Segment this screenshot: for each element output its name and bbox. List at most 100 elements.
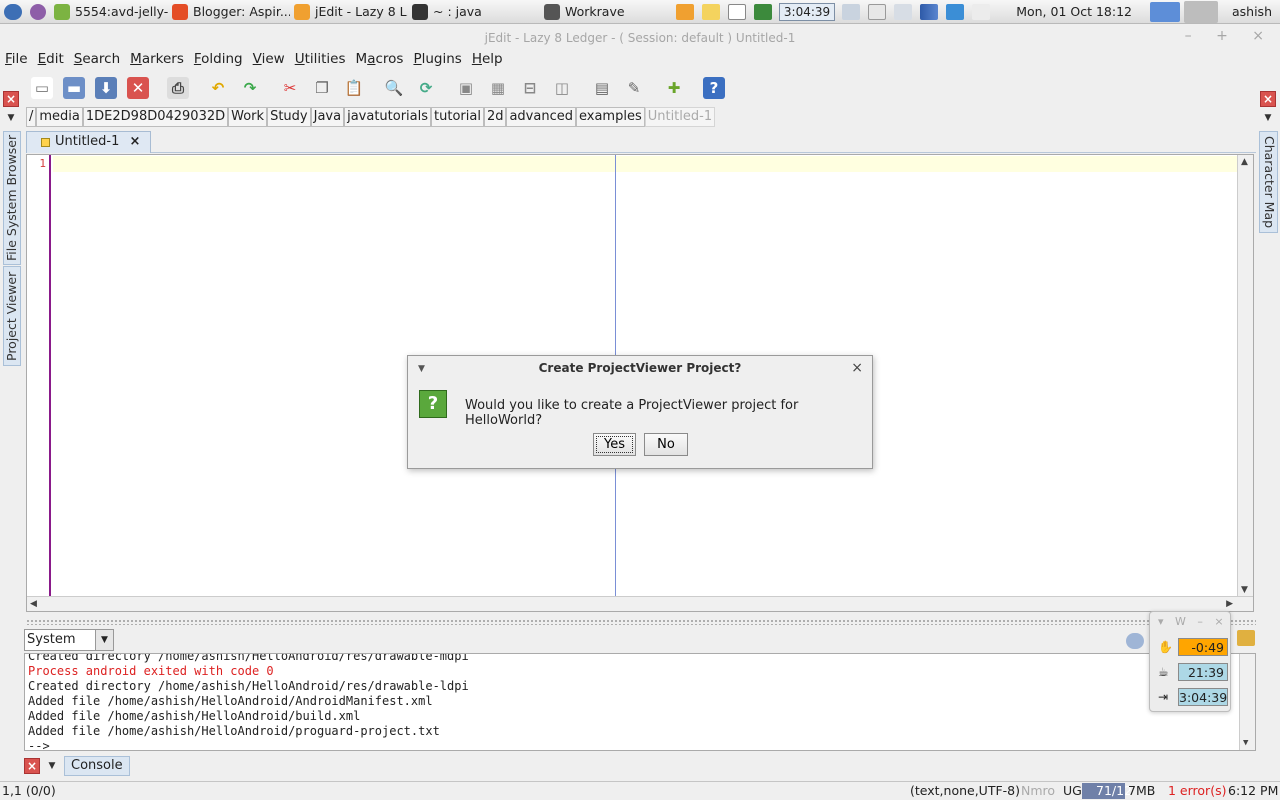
console-settings-icon[interactable] xyxy=(1126,633,1144,649)
menu-markers[interactable]: Markers xyxy=(125,51,187,67)
find-in-files-icon[interactable]: ⟳ xyxy=(415,77,437,99)
plugin-manager-icon[interactable]: ✚ xyxy=(663,77,685,99)
mail-icon[interactable] xyxy=(868,3,887,20)
taskbar-item[interactable]: ~ : java xyxy=(408,1,526,23)
breadcrumb-item[interactable]: examples xyxy=(575,107,645,127)
left-dock-menu-icon[interactable]: ▼ xyxy=(3,110,19,126)
tab-project-viewer[interactable]: Project Viewer xyxy=(3,266,21,366)
bottom-dock-close-icon[interactable]: × xyxy=(24,758,40,774)
window-controls[interactable]: – + × xyxy=(1185,28,1274,44)
breadcrumb-item[interactable]: Study xyxy=(267,107,311,127)
breadcrumb-item[interactable]: advanced xyxy=(506,107,576,127)
scroll-up-icon[interactable]: ▲ xyxy=(1241,157,1248,167)
close-file-icon[interactable]: ✕ xyxy=(127,77,149,99)
breadcrumb-item[interactable]: 2d xyxy=(483,107,507,127)
vertical-scrollbar[interactable]: ▲ ▼ xyxy=(1237,155,1253,597)
new-view-icon[interactable]: ▣ xyxy=(455,77,477,99)
menu-utilities[interactable]: Utilities xyxy=(290,51,349,67)
breadcrumb-item[interactable]: javatutorials xyxy=(344,107,432,127)
print-icon[interactable]: ⎙ xyxy=(167,77,189,99)
breadcrumb-item[interactable]: 1DE2D98D0429032D xyxy=(82,107,229,127)
tab-file-system-browser[interactable]: File System Browser xyxy=(3,131,21,265)
left-dock-close-icon[interactable]: × xyxy=(3,91,19,107)
user-avatar[interactable] xyxy=(1183,0,1218,23)
breadcrumb-item[interactable]: Java xyxy=(310,107,345,127)
purple-launcher-icon[interactable] xyxy=(30,3,46,20)
taskbar-item[interactable]: jEdit - Lazy 8 L... xyxy=(290,1,408,23)
help-icon[interactable]: ? xyxy=(703,77,725,99)
buffer-tab[interactable]: Untitled-1 × xyxy=(26,131,152,153)
memory-status[interactable]: 71/12 7MB xyxy=(1082,783,1158,799)
taskbar-item[interactable]: Blogger: Aspir... xyxy=(168,1,290,23)
ug-flags[interactable]: UG xyxy=(1063,782,1082,800)
mode-flags[interactable]: Nmro xyxy=(1021,782,1055,800)
console-scrollbar[interactable]: ▼ xyxy=(1239,654,1255,750)
broom-icon[interactable] xyxy=(1237,630,1255,646)
paste-icon[interactable]: 📋 xyxy=(343,77,365,99)
workrave-timer[interactable]: 3:04:39 xyxy=(778,2,836,21)
scroll-right-icon[interactable]: ▶ xyxy=(1226,599,1233,609)
console-scroll-down-icon[interactable]: ▼ xyxy=(1243,738,1248,748)
tray-app-icon[interactable] xyxy=(675,3,694,20)
undo-icon[interactable]: ↶ xyxy=(207,77,229,99)
signal-icon[interactable] xyxy=(920,3,939,20)
split-horizontal-icon[interactable]: ⊟ xyxy=(519,77,541,99)
right-dock-menu-icon[interactable]: ▼ xyxy=(1260,110,1276,126)
display-icon[interactable] xyxy=(946,3,965,20)
split-pane-divider[interactable] xyxy=(26,619,1256,625)
caret-position[interactable]: 1,1 (0/0) xyxy=(2,782,56,800)
find-icon[interactable]: 🔍 xyxy=(383,77,405,99)
console-shell-select[interactable]: System ▼ xyxy=(24,629,114,651)
folder-icon[interactable] xyxy=(1149,1,1180,22)
redo-icon[interactable]: ↷ xyxy=(239,77,261,99)
close-buffer-icon[interactable]: × xyxy=(130,134,141,149)
breadcrumb-item[interactable]: / xyxy=(26,107,37,127)
taskbar-item[interactable]: 5554:avd-jelly-... xyxy=(50,1,168,23)
gutter[interactable]: 1 xyxy=(27,155,51,597)
user-name[interactable]: ashish xyxy=(1232,4,1272,19)
error-count[interactable]: 1 error(s) xyxy=(1168,782,1226,800)
scroll-left-icon[interactable]: ◀ xyxy=(30,599,37,609)
buffer-options-icon[interactable]: ▤ xyxy=(591,77,613,99)
copy-icon[interactable]: ❐ xyxy=(311,77,333,99)
right-dock-close-icon[interactable]: × xyxy=(1260,91,1276,107)
cloud-icon[interactable] xyxy=(727,3,746,20)
console-output[interactable]: ▼ Created directory /home/ashish/HelloAn… xyxy=(24,653,1256,751)
taskbar-item[interactable]: Workrave xyxy=(526,1,636,23)
tab-character-map[interactable]: Character Map xyxy=(1259,131,1278,233)
split-vertical-icon[interactable]: ◫ xyxy=(551,77,573,99)
breadcrumb-item[interactable]: Untitled-1 xyxy=(644,107,716,127)
save-file-icon[interactable]: ⬇ xyxy=(95,77,117,99)
power-icon[interactable] xyxy=(972,3,991,20)
buffer-properties[interactable]: (text,none,UTF-8) xyxy=(910,782,1020,800)
date-time[interactable]: Mon, 01 Oct 18:12 xyxy=(1016,4,1132,19)
no-button[interactable]: No xyxy=(644,433,688,456)
volume-icon[interactable] xyxy=(894,3,913,20)
tab-console[interactable]: Console xyxy=(64,756,130,776)
workrave-applet[interactable]: ▾ W – × ✋ -0:49 ☕ 21:39 ⇥ 3:04:39 xyxy=(1149,611,1231,712)
menu-plugins[interactable]: Plugins xyxy=(408,51,464,67)
notes-icon[interactable] xyxy=(701,3,720,20)
chevron-down-icon[interactable]: ▼ xyxy=(95,630,113,650)
login-icon[interactable] xyxy=(753,3,772,20)
network-manager-icon[interactable] xyxy=(842,3,861,20)
menu-edit[interactable]: Edit xyxy=(33,51,67,67)
cut-icon[interactable]: ✂ xyxy=(279,77,301,99)
menu-folding[interactable]: Folding xyxy=(189,51,246,67)
breadcrumb-item[interactable]: Work xyxy=(228,107,268,127)
yes-button[interactable]: Yes xyxy=(593,433,636,456)
open-file-icon[interactable]: ▬ xyxy=(63,77,85,99)
breadcrumb-item[interactable]: media xyxy=(36,107,83,127)
menu-help[interactable]: Help xyxy=(467,51,506,67)
dialog-close-icon[interactable]: × xyxy=(851,360,863,376)
menu-file[interactable]: File xyxy=(0,51,31,67)
new-file-icon[interactable]: ▭ xyxy=(31,77,53,99)
breadcrumb-item[interactable]: tutorial xyxy=(431,107,484,127)
menu-search[interactable]: Search xyxy=(69,51,123,67)
scroll-down-icon[interactable]: ▼ xyxy=(1241,585,1248,595)
horizontal-scrollbar[interactable]: ◀ ▶ xyxy=(27,596,1253,611)
unsplit-icon[interactable]: ▦ xyxy=(487,77,509,99)
global-options-icon[interactable]: ✎ xyxy=(623,77,645,99)
bottom-dock-menu-icon[interactable]: ▼ xyxy=(44,758,60,774)
menu-macros[interactable]: Macros xyxy=(351,51,407,67)
